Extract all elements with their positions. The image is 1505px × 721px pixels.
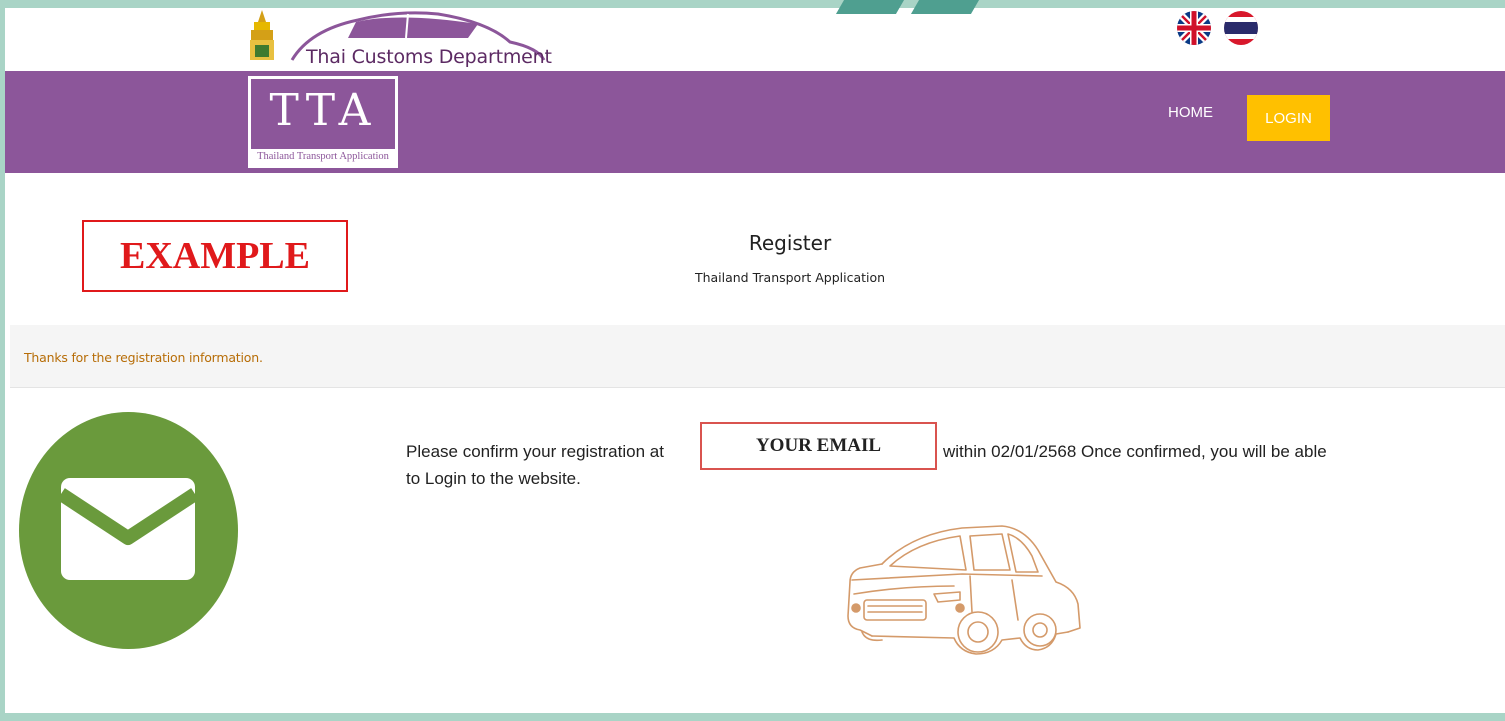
customs-brand[interactable]: Thai Customs Department xyxy=(248,8,558,70)
nav-home-link[interactable]: HOME xyxy=(1168,104,1213,121)
login-button[interactable]: LOGIN xyxy=(1247,95,1330,141)
department-name: Thai Customs Department xyxy=(306,46,552,68)
page-subtitle: Thailand Transport Application xyxy=(694,270,886,285)
uk-flag-icon[interactable] xyxy=(1177,11,1211,45)
page-title: Register xyxy=(748,231,832,255)
tta-logo-inner: TTA Thailand Transport Application xyxy=(251,79,395,165)
thai-flag-icon[interactable] xyxy=(1224,11,1258,45)
confirm-text-before: Please confirm your registration at xyxy=(406,442,664,461)
frame-decoration xyxy=(910,0,980,14)
frame-bottom xyxy=(0,713,1505,721)
frame-decoration xyxy=(835,0,905,14)
tta-logo[interactable]: TTA Thailand Transport Application xyxy=(248,76,398,168)
frame-top xyxy=(0,0,1505,8)
logo-subtitle: Thailand Transport Application xyxy=(251,149,395,165)
car-illustration-icon xyxy=(842,520,1092,664)
notice-text: Thanks for the registration information. xyxy=(24,350,263,365)
envelope-icon xyxy=(19,412,238,649)
email-placeholder-box: YOUR EMAIL xyxy=(700,422,937,470)
logo-title: TTA xyxy=(269,85,377,136)
confirm-text-after: within 02/01/2568 Once confirmed, you wi… xyxy=(943,442,1327,461)
example-label: EXAMPLE xyxy=(82,220,348,292)
notice-bar: Thanks for the registration information. xyxy=(10,325,1505,388)
confirm-text-line2: to Login to the website. xyxy=(406,469,581,488)
